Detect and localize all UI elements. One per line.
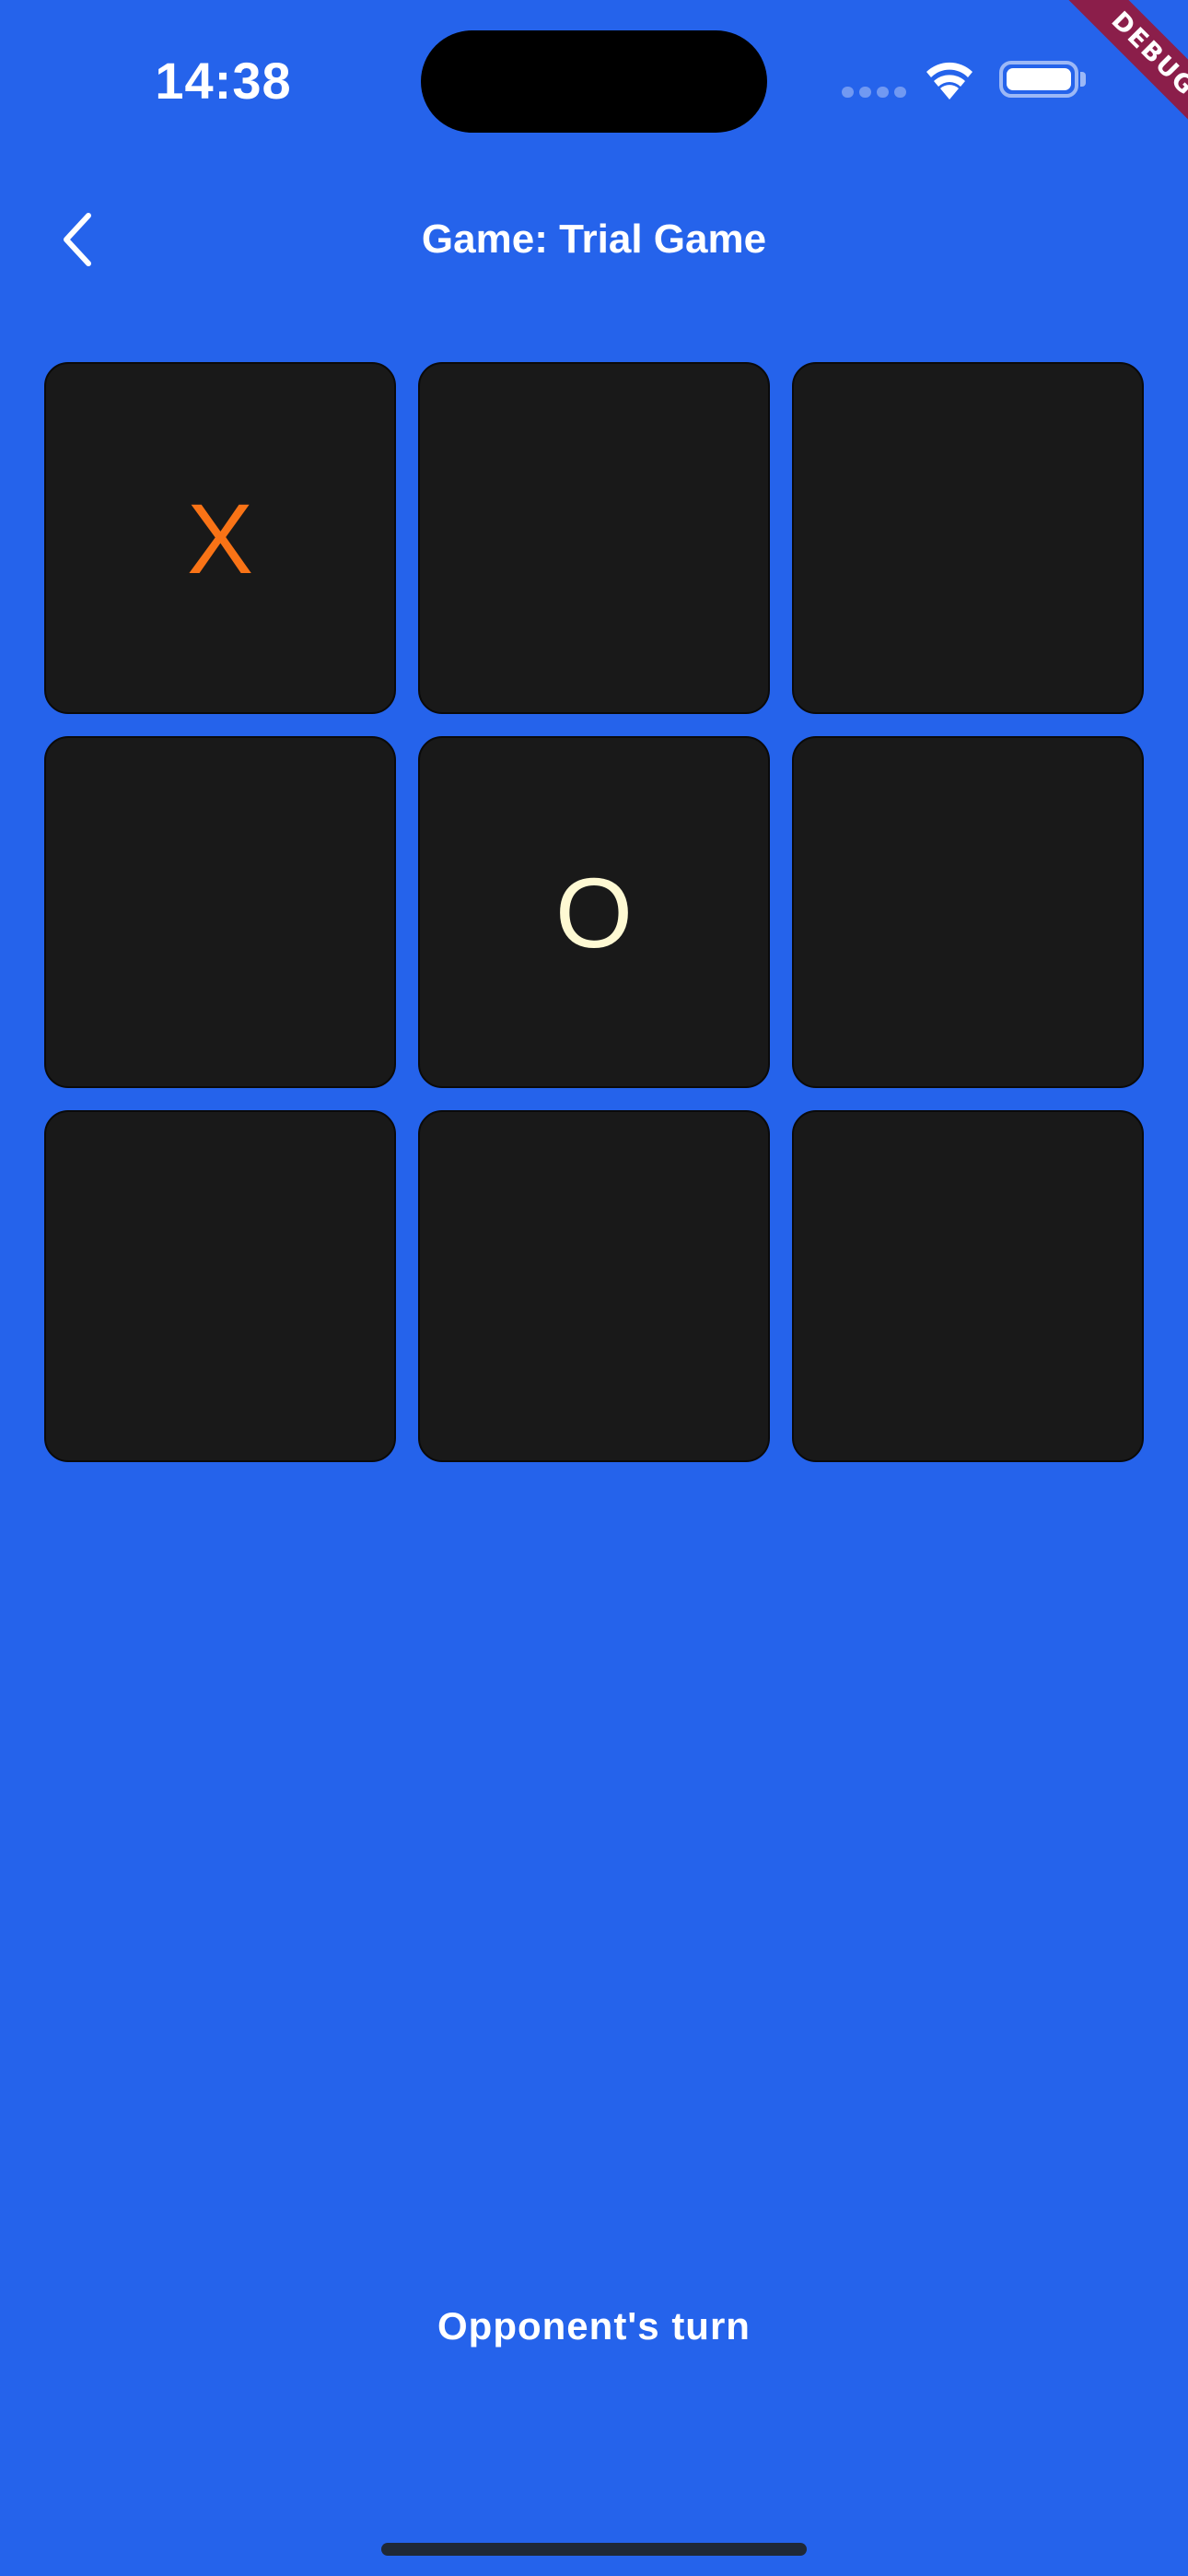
board-cell-7[interactable]	[44, 1110, 396, 1462]
home-indicator	[381, 2543, 807, 2556]
status-time: 14:38	[155, 52, 292, 110]
board-cell-4[interactable]	[44, 736, 396, 1088]
board-cell-9[interactable]	[792, 1110, 1144, 1462]
board-cell-1[interactable]: X	[44, 362, 396, 714]
chevron-left-icon[interactable]	[48, 203, 112, 276]
debug-label: DEBUG	[1053, 0, 1188, 155]
page-title: Game: Trial Game	[421, 217, 767, 262]
cellular-signal-icon	[842, 87, 906, 100]
debug-banner: DEBUG	[1004, 0, 1188, 184]
board-cell-2[interactable]	[418, 362, 770, 714]
board-cell-5[interactable]: O	[418, 736, 770, 1088]
wifi-icon	[926, 62, 973, 100]
turn-status: Opponent's turn	[437, 2304, 751, 2348]
game-board: X O	[44, 362, 1144, 1462]
board-cell-8[interactable]	[418, 1110, 770, 1462]
dynamic-island	[421, 30, 767, 133]
board-cell-6[interactable]	[792, 736, 1144, 1088]
board-cell-3[interactable]	[792, 362, 1144, 714]
